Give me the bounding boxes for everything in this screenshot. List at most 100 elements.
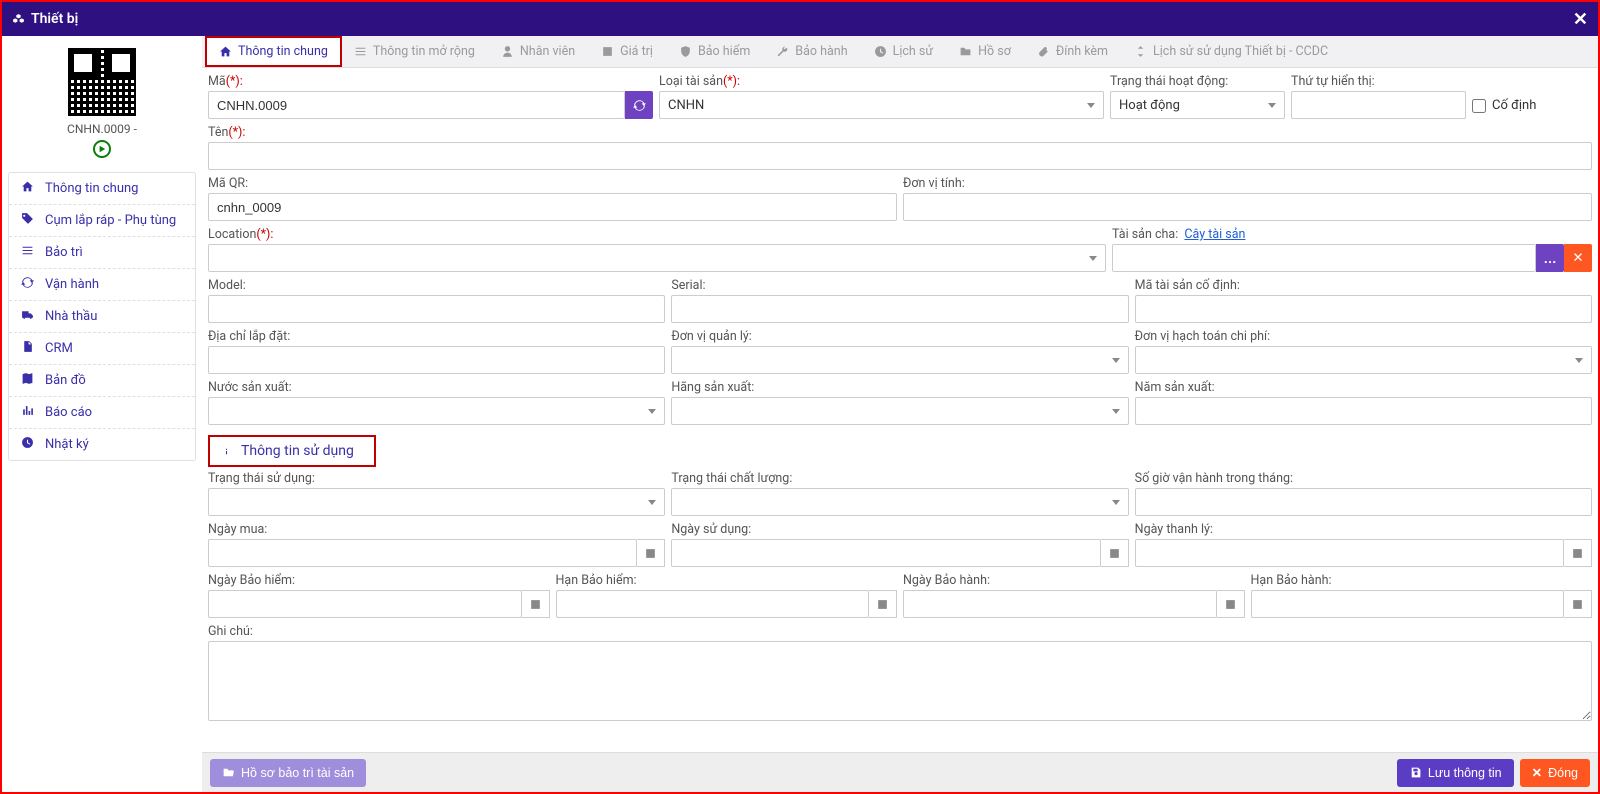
loai-tai-san-select[interactable]: CNHN — [659, 91, 1104, 119]
sidebar-item-map[interactable]: Bản đồ — [9, 365, 195, 397]
sidebar-item-assembly[interactable]: Cụm lắp ráp - Phụ tùng — [9, 205, 195, 237]
nuoc-sx-select[interactable] — [208, 397, 665, 425]
label-trang-thai: Trạng thái hoạt động: — [1110, 74, 1285, 89]
trang-thai-select[interactable]: Hoạt động — [1110, 91, 1285, 119]
sidebar-item-report[interactable]: Báo cáo — [9, 397, 195, 429]
history-icon — [874, 45, 887, 58]
ma-qr-input[interactable] — [208, 193, 897, 221]
label-location: Location(*): — [208, 227, 1106, 242]
label-co-dinh: Cố định — [1492, 98, 1536, 113]
tab-usage-history[interactable]: Lịch sử sử dụng Thiết bị - CCDC — [1121, 37, 1341, 66]
calendar-icon[interactable] — [1217, 590, 1245, 618]
tab-staff[interactable]: Nhân viên — [488, 37, 588, 66]
label-dv-hach-toan: Đơn vị hạch toán chi phí: — [1135, 329, 1592, 344]
calendar-icon[interactable] — [1564, 539, 1592, 567]
ngay-mua-input[interactable] — [208, 539, 637, 567]
tab-insurance[interactable]: Bảo hiểm — [666, 37, 763, 66]
tab-general[interactable]: Thông tin chung — [206, 37, 341, 66]
paperclip-icon — [1037, 45, 1050, 58]
calendar-icon[interactable] — [869, 590, 897, 618]
model-input[interactable] — [208, 295, 665, 323]
qr-code-image — [68, 48, 136, 116]
tab-attach[interactable]: Đính kèm — [1024, 37, 1121, 66]
close-icon: ✕ — [1532, 765, 1542, 780]
tab-dossier[interactable]: Hồ sơ — [946, 37, 1024, 66]
calendar-icon[interactable] — [1101, 539, 1129, 567]
ngay-bao-hanh-input[interactable] — [903, 590, 1217, 618]
label-so-gio: Số giờ vận hành trong tháng: — [1135, 471, 1592, 486]
ma-ts-co-dinh-input[interactable] — [1135, 295, 1592, 323]
han-bao-hiem-input[interactable] — [556, 590, 870, 618]
chevron-down-icon — [1112, 358, 1120, 363]
label-loai-tai-san: Loại tài sản(*): — [659, 74, 1104, 89]
label-ma-ts-co-dinh: Mã tài sản cố định: — [1135, 278, 1592, 293]
tab-warranty[interactable]: Bảo hành — [763, 37, 860, 66]
shield-icon — [679, 45, 692, 58]
sidebar-item-label: Nhật ký — [45, 437, 89, 452]
sidebar-item-contractor[interactable]: Nhà thầu — [9, 301, 195, 333]
dv-hach-toan-select[interactable] — [1135, 346, 1592, 374]
sidebar-item-general[interactable]: Thông tin chung — [9, 173, 195, 205]
ghi-chu-input[interactable] — [208, 641, 1592, 721]
sidebar-item-label: Vận hành — [45, 277, 99, 292]
ngay-thanh-ly-input[interactable] — [1135, 539, 1564, 567]
ngay-su-dung-input[interactable] — [671, 539, 1100, 567]
label-dia-chi: Địa chỉ lắp đặt: — [208, 329, 665, 344]
serial-input[interactable] — [671, 295, 1128, 323]
label-don-vi-tinh: Đơn vị tính: — [903, 176, 1592, 191]
han-bao-hanh-input[interactable] — [1251, 590, 1565, 618]
don-vi-tinh-input[interactable] — [903, 193, 1592, 221]
sidebar-item-operation[interactable]: Vận hành — [9, 269, 195, 301]
ngay-bao-hiem-input[interactable] — [208, 590, 522, 618]
co-dinh-checkbox[interactable] — [1472, 99, 1486, 113]
label-serial: Serial: — [671, 278, 1128, 293]
sidebar-item-maintenance[interactable]: Bảo trì — [9, 237, 195, 269]
so-gio-input[interactable] — [1135, 488, 1592, 516]
chevron-down-icon — [1112, 500, 1120, 505]
maint-record-button[interactable]: Hồ sơ bảo trì tài sản — [210, 759, 366, 787]
thu-tu-input[interactable] — [1291, 91, 1466, 119]
tab-value[interactable]: Giá trị — [588, 37, 666, 66]
sidebar-item-log[interactable]: Nhật ký — [9, 429, 195, 460]
calendar-icon — [601, 45, 614, 58]
tab-history[interactable]: Lịch sử — [861, 37, 947, 66]
sidebar-item-crm[interactable]: CRM — [9, 333, 195, 365]
label-ma: Mã(*): — [208, 74, 653, 89]
location-select[interactable] — [208, 244, 1106, 272]
hang-sx-select[interactable] — [671, 397, 1128, 425]
dv-quan-ly-select[interactable] — [671, 346, 1128, 374]
more-button[interactable]: … — [1536, 244, 1564, 272]
home-icon — [19, 180, 35, 197]
tai-san-cha-input[interactable] — [1112, 244, 1536, 272]
user-icon — [501, 45, 514, 58]
ma-input[interactable] — [208, 91, 625, 119]
ten-input[interactable] — [208, 142, 1592, 170]
footer-bar: Hồ sơ bảo trì tài sản Lưu thông tin ✕ Đó… — [202, 752, 1598, 792]
tt-chat-luong-select[interactable] — [671, 488, 1128, 516]
clear-button[interactable]: ✕ — [1564, 244, 1592, 272]
sidebar-item-label: Nhà thầu — [45, 309, 97, 324]
sidebar-item-label: Báo cáo — [45, 405, 92, 420]
calendar-icon[interactable] — [1564, 590, 1592, 618]
play-icon[interactable] — [93, 140, 111, 158]
save-button[interactable]: Lưu thông tin — [1397, 759, 1514, 787]
label-thu-tu: Thứ tự hiển thị: — [1291, 74, 1466, 89]
asset-tree-link[interactable]: Cây tài sản — [1184, 227, 1245, 242]
sidebar-item-label: CRM — [45, 341, 73, 356]
refresh-button[interactable] — [625, 91, 653, 119]
close-icon[interactable]: ✕ — [1573, 9, 1588, 30]
calendar-icon[interactable] — [522, 590, 550, 618]
calendar-icon[interactable] — [637, 539, 665, 567]
dia-chi-input[interactable] — [208, 346, 665, 374]
qr-panel: CNHN.0009 - — [8, 42, 196, 172]
tab-extended[interactable]: Thông tin mở rộng — [341, 37, 488, 66]
nam-sx-input[interactable] — [1135, 397, 1592, 425]
label-model: Model: — [208, 278, 665, 293]
tab-label: Hồ sơ — [978, 44, 1011, 59]
close-button[interactable]: ✕ Đóng — [1520, 759, 1590, 787]
chevron-down-icon — [1575, 358, 1583, 363]
tt-su-dung-select[interactable] — [208, 488, 665, 516]
label-ten: Tên(*): — [208, 125, 1592, 140]
label-han-bao-hanh: Hạn Bảo hành: — [1251, 573, 1593, 588]
chevron-down-icon — [1089, 256, 1097, 261]
